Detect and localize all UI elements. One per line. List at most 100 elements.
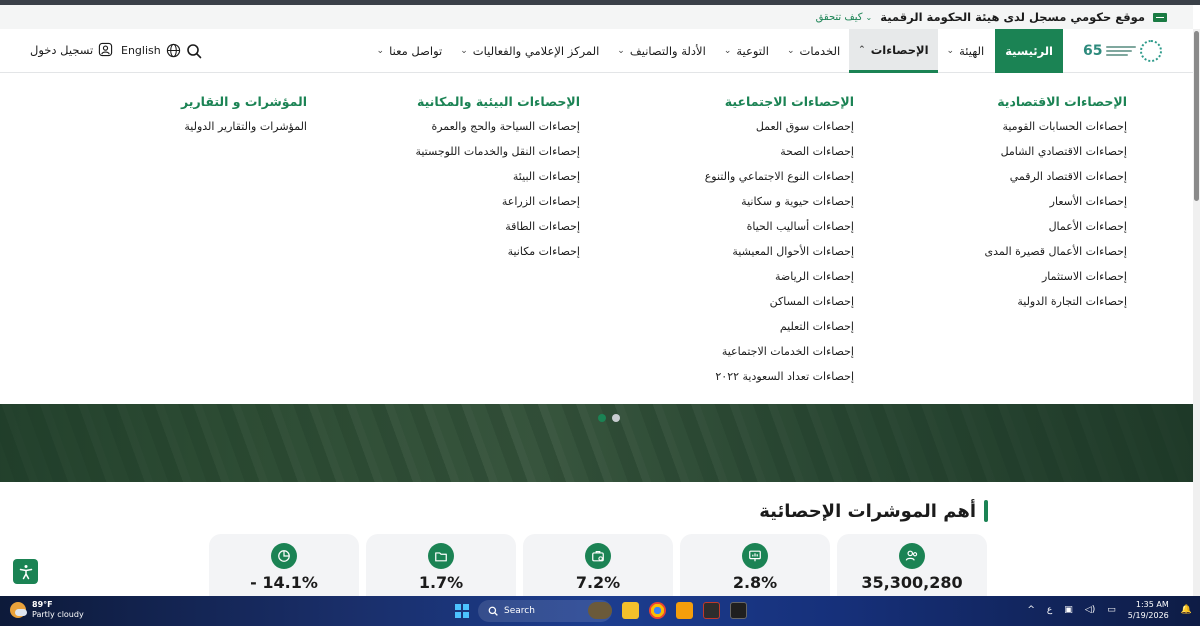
nav-awareness-label: التوعية	[736, 44, 769, 58]
users-icon	[899, 543, 925, 569]
nav-contact[interactable]: تواصل معنا ⌄	[368, 29, 452, 73]
indicator-card-5[interactable]: - 14.1%	[209, 534, 359, 596]
menu-item[interactable]: إحصاءات الاستثمار	[984, 267, 1127, 292]
chevron-down-icon: ⌄	[865, 12, 873, 22]
app-icon[interactable]	[703, 602, 720, 619]
menu-item[interactable]: إحصاءات تعداد السعودية ٢٠٢٢	[705, 367, 854, 392]
chevron-down-icon: ⌄	[376, 46, 385, 56]
indicators-heading: أهم الموشرات الإحصائية	[759, 500, 988, 522]
carousel-dot[interactable]	[612, 414, 620, 422]
menu-item[interactable]: إحصاءات النوع الاجتماعي والتنوع	[705, 167, 854, 192]
nav-guides-label: الأدلة والتصانيف	[629, 44, 706, 58]
menu-item[interactable]: إحصاءات الرياضة	[705, 267, 854, 292]
login-label: تسجيل دخول	[30, 42, 94, 57]
carousel-dot-active[interactable]	[598, 414, 606, 422]
clock-date: 5/19/2026	[1127, 611, 1169, 620]
nav-authority-label: الهيئة	[959, 44, 985, 58]
nav-statistics[interactable]: الإحصاءات ⌃	[849, 29, 938, 73]
weather-widget[interactable]: 89°F Partly cloudy	[10, 600, 84, 620]
search-highlight-icon[interactable]	[588, 602, 612, 619]
menu-item[interactable]: إحصاءات حيوية و سكانية	[705, 192, 854, 217]
weather-temp: 89°F	[32, 600, 53, 609]
menu-item[interactable]: إحصاءات الاقتصادي الشامل	[984, 142, 1127, 167]
menu-item[interactable]: إحصاءات الخدمات الاجتماعية	[705, 342, 854, 367]
page-scrollbar[interactable]	[1193, 29, 1200, 596]
menu-item[interactable]: إحصاءات النقل والخدمات اللوجستية	[415, 142, 580, 167]
menu-column-title: الإحصاءات البيئية والمكانية	[417, 94, 580, 109]
menu-column-title: المؤشرات و التقارير	[180, 94, 307, 109]
input-language[interactable]: ع	[1047, 605, 1052, 615]
nav-authority[interactable]: الهيئة ⌄	[938, 29, 994, 73]
chevron-down-icon: ⌄	[946, 46, 955, 56]
power-bi-icon[interactable]	[676, 602, 693, 619]
menu-item[interactable]: إحصاءات الأعمال	[984, 217, 1127, 242]
menu-item[interactable]: إحصاءات مكانية	[415, 242, 580, 267]
how-to-verify-label: كيف تتحقق	[815, 11, 863, 23]
taskbar-search-label: Search	[504, 606, 535, 616]
login-button[interactable]: تسجيل دخول	[30, 42, 113, 57]
briefcase-icon	[585, 543, 611, 569]
nav-home-label: الرئيسية	[1005, 44, 1053, 58]
how-to-verify-link[interactable]: كيف تتحقق ⌄	[816, 12, 873, 23]
nav-statistics-label: الإحصاءات	[870, 42, 929, 57]
menu-column-title: الإحصاءات الاجتماعية	[724, 94, 854, 109]
heading-accent-bar	[984, 500, 988, 522]
menu-item[interactable]: إحصاءات الأسعار	[984, 192, 1127, 217]
chrome-icon[interactable]	[649, 602, 666, 619]
menu-item[interactable]: إحصاءات المساكن	[705, 292, 854, 317]
menu-item[interactable]: المؤشرات والتقارير الدولية	[181, 117, 307, 142]
chevron-down-icon: ⌄	[617, 46, 625, 56]
indicator-value: 1.7%	[418, 573, 464, 592]
nav-awareness[interactable]: التوعية ⌄	[715, 29, 778, 73]
indicators-title: أهم الموشرات الإحصائية	[759, 500, 976, 522]
menu-column-social: الإحصاءات الاجتماعية إحصاءات سوق العمل إ…	[705, 94, 854, 392]
menu-item[interactable]: إحصاءات الأعمال قصيرة المدى	[984, 242, 1127, 267]
indicator-card-2[interactable]: 2.8%	[680, 534, 830, 596]
chevron-down-icon: ⌄	[460, 46, 468, 56]
chevron-down-icon: ⌄	[786, 46, 795, 56]
battery-icon[interactable]: ▭	[1107, 605, 1116, 615]
search-icon[interactable]	[186, 43, 202, 59]
menu-item[interactable]: إحصاءات البيئة	[415, 167, 580, 192]
nav-services[interactable]: الخدمات ⌄	[778, 29, 849, 73]
notification-bell-icon[interactable]: 🔔	[1181, 605, 1192, 615]
nav-media-center[interactable]: المركز الإعلامي والفعاليات ⌄	[451, 29, 608, 73]
menu-item[interactable]: إحصاءات الاقتصاد الرقمي	[984, 167, 1127, 192]
file-explorer-icon[interactable]	[622, 602, 639, 619]
scrollbar-thumb[interactable]	[1194, 31, 1199, 201]
menu-item[interactable]: إحصاءات التجارة الدولية	[984, 292, 1127, 317]
gastat-logo[interactable]: 65	[1083, 37, 1167, 65]
volume-icon[interactable]: ◁)	[1085, 605, 1095, 615]
menu-item[interactable]: إحصاءات الطاقة	[415, 217, 580, 242]
accessibility-icon	[19, 564, 32, 579]
indicator-card-4[interactable]: 1.7%	[366, 534, 516, 596]
menu-item[interactable]: إحصاءات سوق العمل	[705, 117, 854, 142]
chevron-up-icon[interactable]: ^	[1027, 605, 1035, 615]
menu-item[interactable]: إحصاءات الزراعة	[415, 192, 580, 217]
statistics-mega-menu: الإحصاءات الاقتصادية إحصاءات الحسابات ال…	[0, 73, 1193, 404]
menu-item[interactable]: إحصاءات التعليم	[705, 317, 854, 342]
menu-column-environmental: الإحصاءات البيئية والمكانية إحصاءات السي…	[415, 94, 580, 267]
menu-item[interactable]: إحصاءات الأحوال المعيشية	[705, 242, 854, 267]
menu-column-indicators: المؤشرات و التقارير المؤشرات والتقارير ا…	[181, 94, 307, 142]
partly-cloudy-icon	[10, 602, 27, 618]
menu-item[interactable]: إحصاءات السياحة والحج والعمرة	[415, 117, 580, 142]
nav-home[interactable]: الرئيسية	[995, 29, 1063, 73]
menu-item[interactable]: إحصاءات الصحة	[705, 142, 854, 167]
network-icon[interactable]: ▣	[1064, 605, 1073, 615]
indicator-card-population[interactable]: 35,300,280	[837, 534, 987, 596]
globe-icon	[166, 43, 180, 58]
terminal-icon[interactable]	[730, 602, 747, 619]
indicator-card-3[interactable]: 7.2%	[523, 534, 673, 596]
clock[interactable]: 1:35 AM 5/19/2026	[1128, 599, 1169, 621]
chevron-up-icon: ⌃	[858, 44, 866, 55]
menu-item[interactable]: إحصاءات أساليب الحياة	[705, 217, 854, 242]
accessibility-button[interactable]	[13, 559, 38, 584]
windows-start-icon[interactable]	[455, 604, 469, 618]
nav-media-center-label: المركز الإعلامي والفعاليات	[472, 44, 600, 58]
weather-text: 89°F Partly cloudy	[32, 600, 84, 620]
logo-wordmark	[1106, 46, 1137, 56]
menu-item[interactable]: إحصاءات الحسابات القومية	[984, 117, 1127, 142]
nav-guides[interactable]: الأدلة والتصانيف ⌄	[608, 29, 715, 73]
language-switch[interactable]: English	[121, 43, 181, 58]
